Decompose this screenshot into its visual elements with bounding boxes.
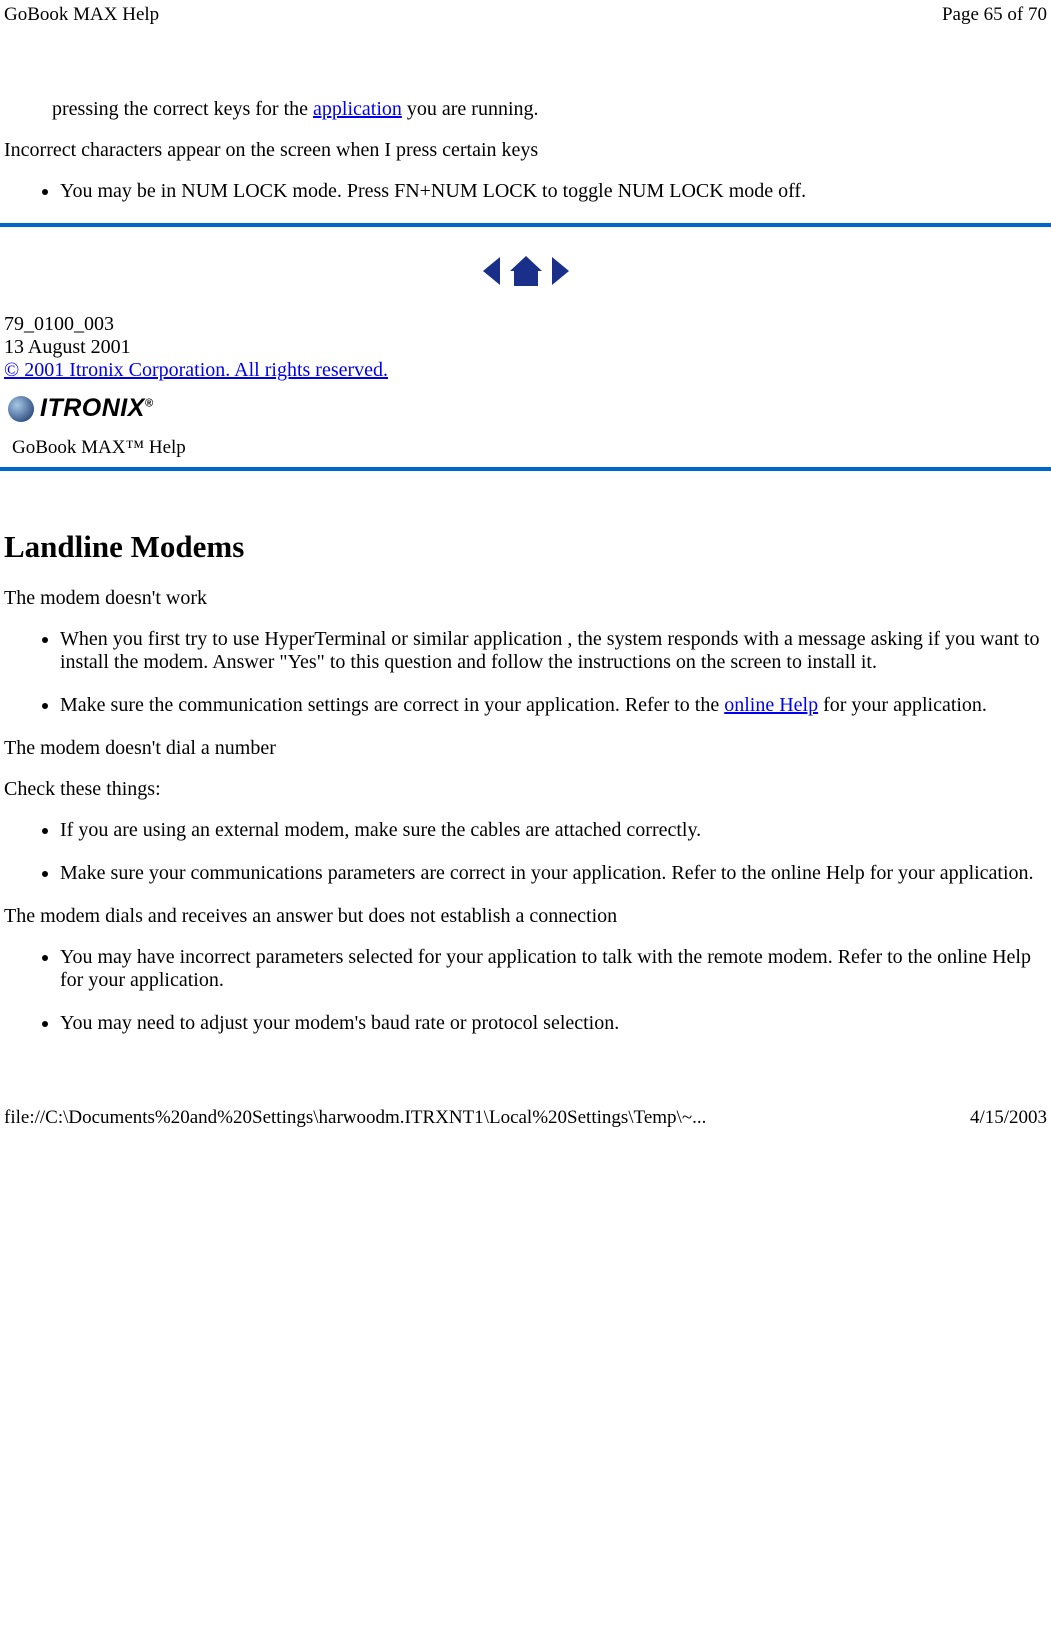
list-item: You may have incorrect parameters select… — [60, 946, 1047, 992]
footer-date: 4/15/2003 — [970, 1107, 1047, 1129]
problem-heading: Incorrect characters appear on the scree… — [4, 139, 1047, 162]
list-item: When you first try to use HyperTerminal … — [60, 628, 1047, 674]
doc-date: 13 August 2001 — [4, 336, 1047, 359]
list-item: You may need to adjust your modem's baud… — [60, 1012, 1047, 1035]
header-title: GoBook MAX Help — [4, 4, 159, 26]
section-heading: Landline Modems — [4, 529, 1047, 565]
online-help-link[interactable]: online Help — [724, 694, 818, 716]
divider — [0, 467, 1051, 471]
copyright-link[interactable]: © 2001 Itronix Corporation. All rights r… — [4, 359, 388, 381]
next-icon[interactable] — [550, 255, 572, 293]
list-item: Make sure your communications parameters… — [60, 862, 1047, 885]
text-fragment: you are running. — [402, 98, 539, 120]
footer-path: file://C:\Documents%20and%20Settings\har… — [4, 1107, 706, 1129]
text-fragment: for your application. — [818, 694, 987, 716]
application-link[interactable]: application — [313, 98, 402, 120]
text-fragment: Make sure the communication settings are… — [60, 694, 724, 716]
problem-heading: The modem doesn't work — [4, 587, 1047, 610]
check-text: Check these things: — [4, 778, 1047, 801]
divider — [0, 223, 1051, 227]
continuation-text: pressing the correct keys for the applic… — [4, 98, 1047, 121]
problem-heading: The modem doesn't dial a number — [4, 737, 1047, 760]
brand-name: ITRONIX® — [40, 394, 154, 423]
brand-logo: ITRONIX® — [8, 394, 1051, 423]
prev-icon[interactable] — [480, 255, 502, 293]
list-item: You may be in NUM LOCK mode. Press FN+NU… — [60, 180, 1047, 203]
text-fragment: pressing the correct keys for the — [52, 98, 313, 120]
page-number: Page 65 of 70 — [942, 4, 1047, 26]
globe-icon — [8, 396, 34, 422]
list-item: If you are using an external modem, make… — [60, 819, 1047, 842]
help-subtitle: GoBook MAX™ Help — [12, 437, 1051, 459]
problem-heading: The modem dials and receives an answer b… — [4, 905, 1047, 928]
home-icon[interactable] — [507, 253, 545, 295]
list-item: Make sure the communication settings are… — [60, 694, 1047, 717]
nav-icons — [0, 253, 1051, 295]
doc-number: 79_0100_003 — [4, 313, 1047, 336]
